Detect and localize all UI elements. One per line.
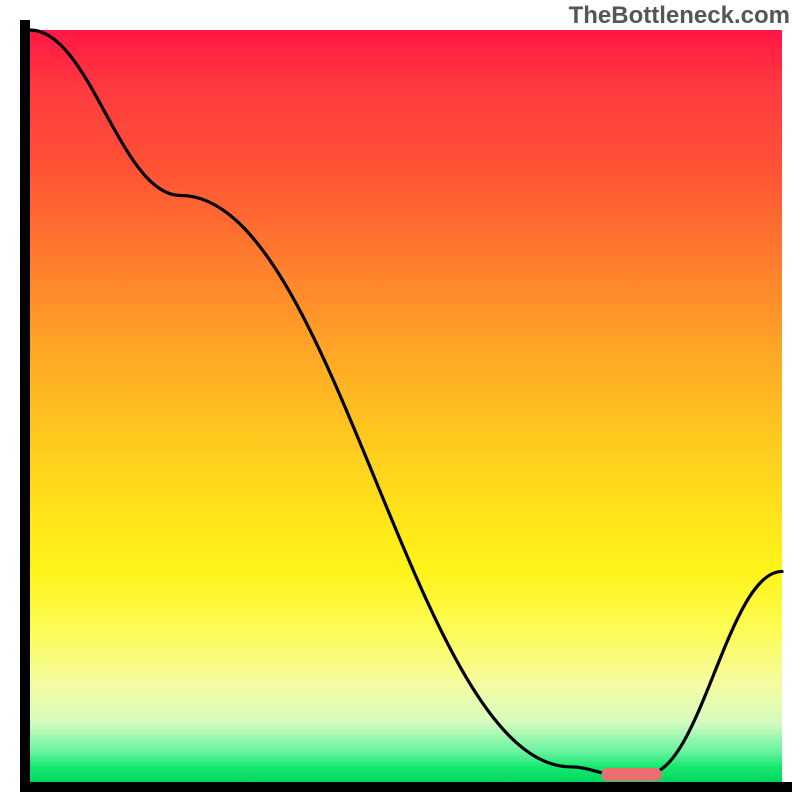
chart-container: TheBottleneck.com (0, 0, 800, 800)
optimal-zone-marker (602, 768, 662, 781)
watermark-text: TheBottleneck.com (569, 2, 790, 30)
y-axis (20, 20, 30, 792)
chart-overlay (30, 30, 782, 782)
bottleneck-curve (30, 30, 782, 774)
x-axis (20, 782, 792, 792)
